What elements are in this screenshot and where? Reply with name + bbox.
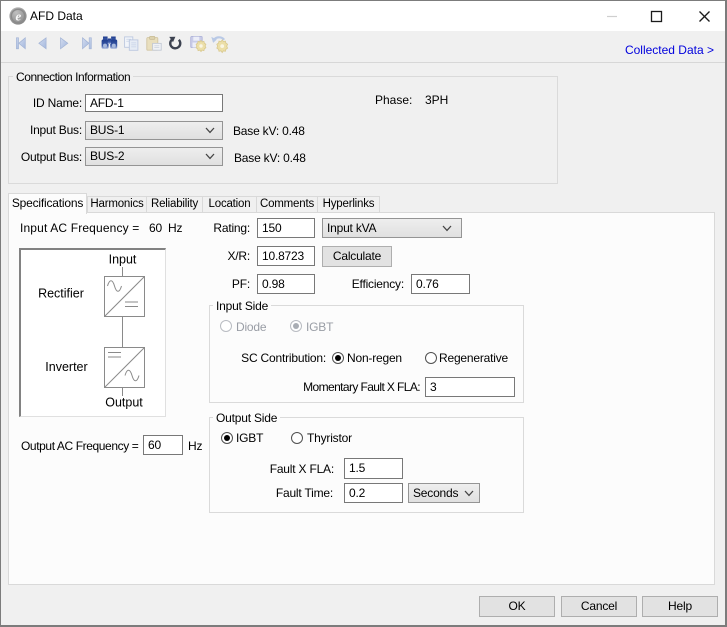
svg-text:Output: Output — [105, 396, 143, 410]
svg-text:Rectifier: Rectifier — [38, 287, 84, 301]
svg-text:Inverter: Inverter — [45, 360, 87, 374]
svg-text:Input: Input — [109, 253, 137, 267]
